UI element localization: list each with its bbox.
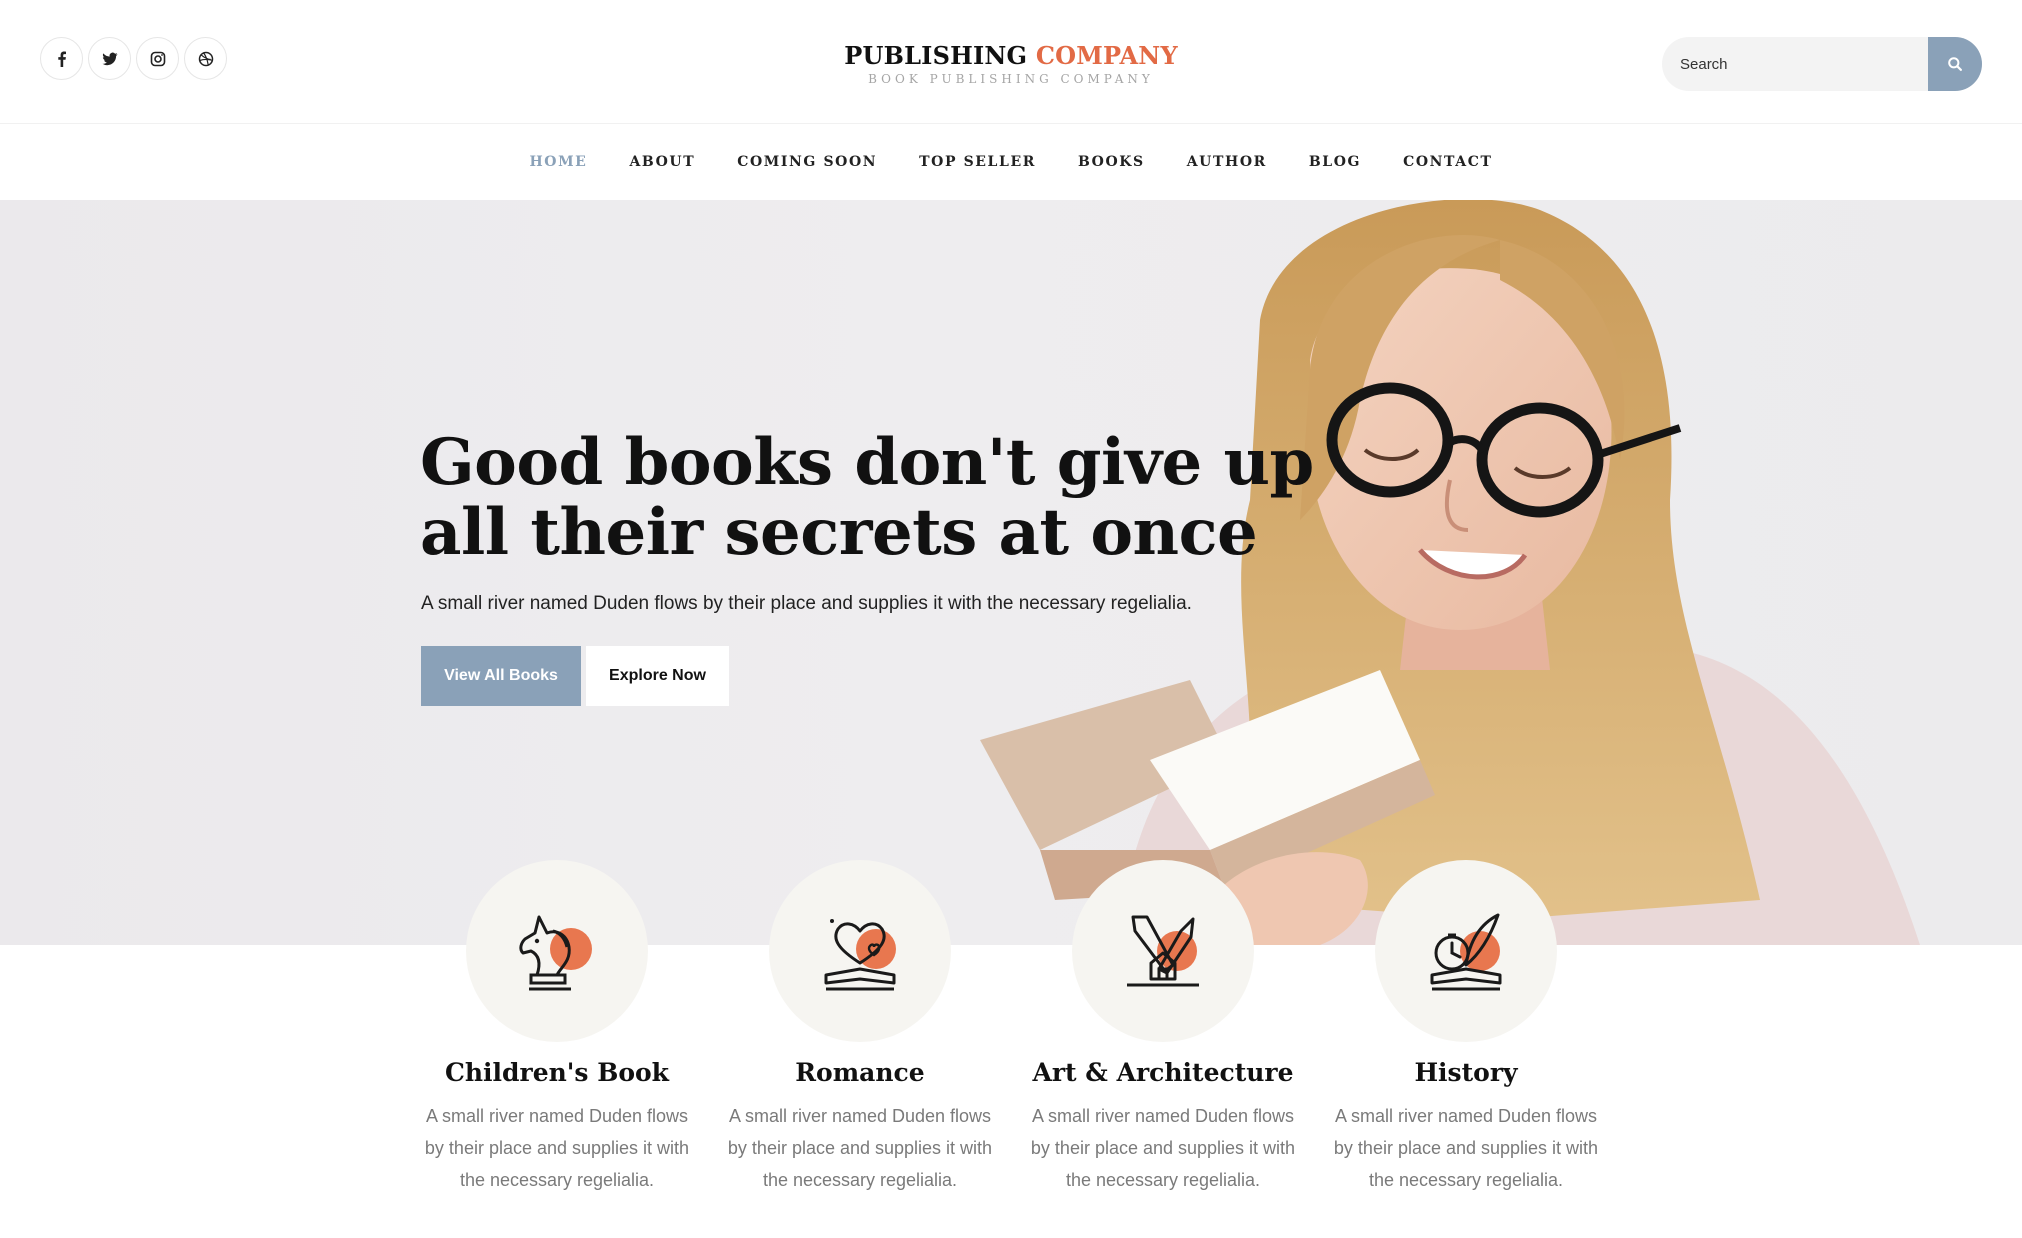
category-history[interactable]: History A small river named Duden flows … <box>1326 860 1606 1196</box>
hero-headline: Good books don't give up all their secre… <box>420 428 1314 568</box>
category-icon-circle <box>466 860 648 1042</box>
category-title: History <box>1414 1058 1518 1087</box>
category-icon-circle <box>769 860 951 1042</box>
nav-home[interactable]: HOME <box>529 154 587 170</box>
nav-blog[interactable]: BLOG <box>1309 154 1361 170</box>
category-romance[interactable]: Romance A small river named Duden flows … <box>720 860 1000 1196</box>
logo-accent: COMPANY <box>1035 41 1178 70</box>
category-icon-circle <box>1375 860 1557 1042</box>
heart-book-icon <box>824 919 896 991</box>
hero-headline-line2: all their secrets at once <box>420 495 1258 570</box>
category-list: Children's Book A small river named Dude… <box>0 860 2022 1238</box>
architecture-tools-icon <box>1127 915 1199 987</box>
category-description: A small river named Duden flows by their… <box>727 1106 993 1190</box>
category-description: A small river named Duden flows by their… <box>1030 1106 1296 1190</box>
search-bar <box>1662 37 1982 91</box>
category-title: Romance <box>795 1058 925 1087</box>
search-input[interactable] <box>1662 37 1928 91</box>
category-title: Children's Book <box>444 1058 670 1087</box>
view-all-books-button[interactable]: View All Books <box>421 646 581 706</box>
nav-about[interactable]: ABOUT <box>629 154 695 170</box>
hero-banner: Good books don't give up all their secre… <box>0 200 2022 945</box>
site-header: PUBLISHING COMPANY BOOK PUBLISHING COMPA… <box>0 0 2022 124</box>
category-description: A small river named Duden flows by their… <box>424 1106 690 1190</box>
hero-photo-woman-reading <box>980 200 1920 945</box>
hero-subtext: A small river named Duden flows by their… <box>421 593 1192 614</box>
explore-now-button[interactable]: Explore Now <box>586 646 729 706</box>
main-nav: HOME ABOUT COMING SOON TOP SELLER BOOKS … <box>0 124 2022 200</box>
hero-headline-line1: Good books don't give up <box>420 425 1314 500</box>
nav-contact[interactable]: CONTACT <box>1403 154 1492 170</box>
category-title: Art & Architecture <box>1032 1058 1294 1087</box>
category-description: A small river named Duden flows by their… <box>1333 1106 1599 1190</box>
nav-top-seller[interactable]: TOP SELLER <box>919 154 1036 170</box>
search-button[interactable] <box>1928 37 1982 91</box>
search-icon <box>1948 57 1962 71</box>
nav-coming-soon[interactable]: COMING SOON <box>737 154 877 170</box>
unicorn-icon <box>519 915 592 991</box>
category-art-architecture[interactable]: Art & Architecture A small river named D… <box>1023 860 1303 1196</box>
category-childrens-book[interactable]: Children's Book A small river named Dude… <box>417 860 697 1196</box>
nav-author[interactable]: AUTHOR <box>1187 154 1267 170</box>
nav-books[interactable]: BOOKS <box>1078 154 1145 170</box>
quill-book-icon <box>1430 913 1502 991</box>
category-icon-circle <box>1072 860 1254 1042</box>
